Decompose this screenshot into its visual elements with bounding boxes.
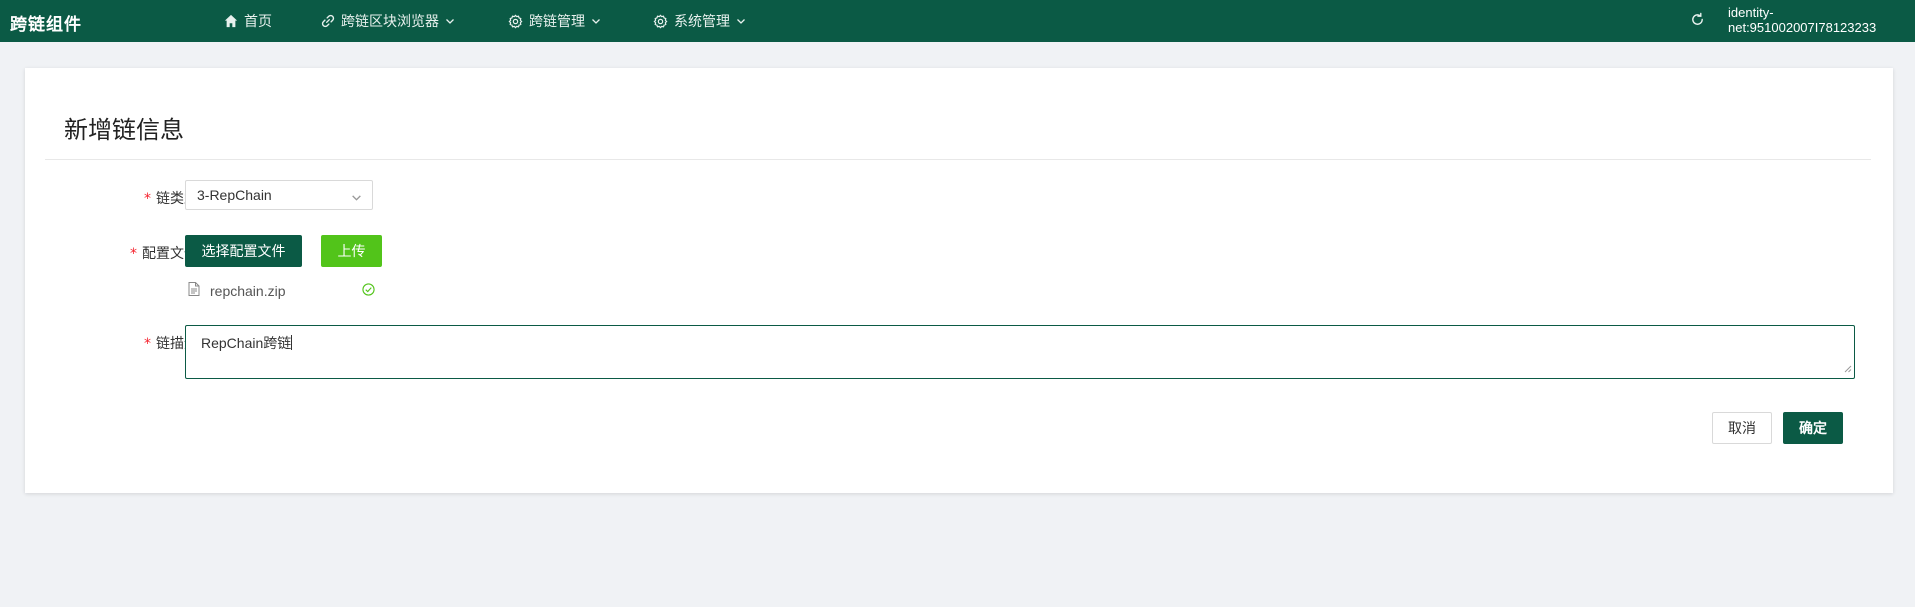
nav-label-block-explorer: 跨链区块浏览器 bbox=[341, 13, 439, 29]
gear-icon bbox=[508, 14, 523, 29]
check-circle-icon bbox=[362, 283, 375, 299]
upload-button[interactable]: 上传 bbox=[321, 235, 382, 267]
identity-line-2: net:951002007I78123233 bbox=[1728, 20, 1877, 35]
app-brand[interactable]: 跨链组件 bbox=[10, 10, 82, 35]
chevron-down-icon bbox=[445, 16, 455, 26]
file-icon bbox=[188, 282, 200, 299]
identity-line-1: identity- bbox=[1728, 5, 1774, 20]
title-divider bbox=[45, 159, 1871, 160]
nav-label-home: 首页 bbox=[244, 13, 272, 29]
required-mark: * bbox=[144, 336, 151, 352]
gear-icon bbox=[653, 14, 668, 29]
refresh-icon[interactable] bbox=[1690, 12, 1705, 32]
required-mark: * bbox=[144, 191, 151, 207]
page-title: 新增链信息 bbox=[64, 117, 184, 144]
nav-item-home[interactable]: 首页 bbox=[224, 11, 272, 31]
required-mark: * bbox=[130, 246, 137, 262]
chevron-down-icon bbox=[591, 16, 601, 26]
chain-description-textarea[interactable]: RepChain跨链 bbox=[185, 325, 1855, 379]
cancel-button[interactable]: 取消 bbox=[1712, 412, 1772, 444]
nav-label-system-management: 系统管理 bbox=[674, 13, 730, 29]
confirm-button[interactable]: 确定 bbox=[1783, 412, 1843, 444]
chevron-down-icon bbox=[736, 16, 746, 26]
nav-item-crosschain-management[interactable]: 跨链管理 bbox=[508, 11, 601, 31]
resize-handle-icon[interactable] bbox=[1844, 360, 1852, 376]
chain-type-selected-value: 3-RepChain bbox=[197, 187, 272, 203]
form-card: 新增链信息 * 链类型 3-RepChain * 配置文件 选择配置文件 上传 re… bbox=[25, 68, 1893, 493]
select-config-file-button[interactable]: 选择配置文件 bbox=[185, 235, 302, 267]
chevron-down-icon bbox=[351, 190, 362, 206]
chain-description-value: RepChain跨链 bbox=[201, 335, 292, 351]
chain-type-select[interactable]: 3-RepChain bbox=[185, 180, 373, 210]
home-icon bbox=[224, 14, 238, 28]
nav-item-block-explorer[interactable]: 跨链区块浏览器 bbox=[321, 11, 455, 31]
text-caret bbox=[291, 335, 293, 350]
nav-item-system-management[interactable]: 系统管理 bbox=[653, 11, 746, 31]
identity-display: identity- net:951002007I78123233 bbox=[1728, 5, 1913, 35]
top-nav-bar: 跨链组件 首页 跨链区块浏览器 跨链管理 系统管理 identity- net:… bbox=[0, 0, 1915, 42]
nav-label-crosschain-management: 跨链管理 bbox=[529, 13, 585, 29]
link-icon bbox=[321, 14, 335, 28]
uploaded-file-item[interactable]: repchain.zip bbox=[188, 281, 378, 301]
uploaded-file-name: repchain.zip bbox=[210, 283, 286, 299]
